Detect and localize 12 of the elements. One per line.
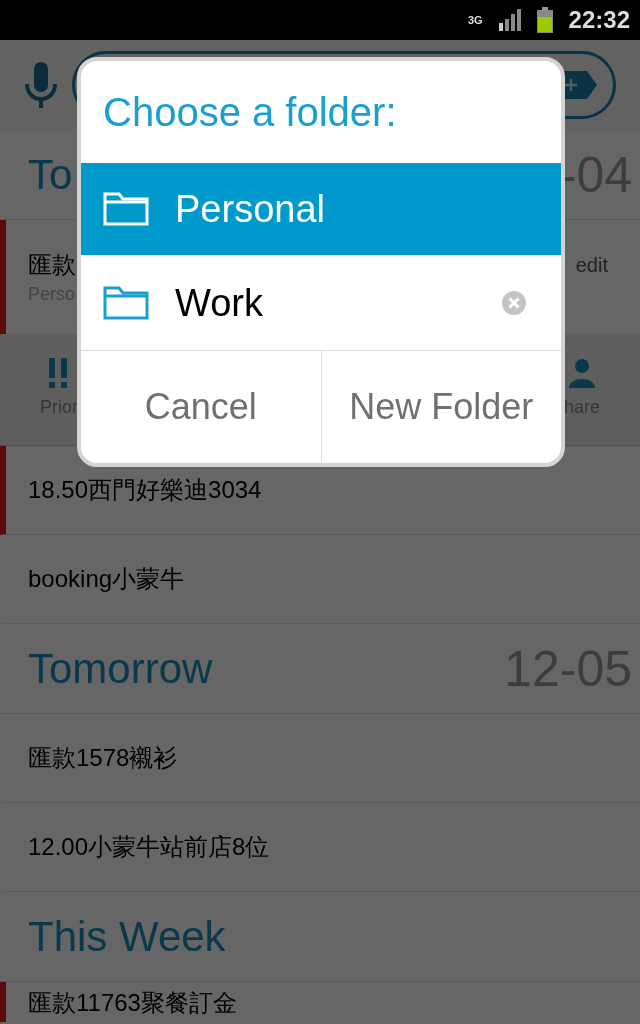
task-title: booking小蒙牛: [28, 564, 185, 594]
section-title: This Week: [28, 915, 226, 958]
task-title: 匯款11763聚餐訂金: [28, 988, 237, 1018]
network-label: 3G: [467, 14, 483, 26]
task-title: 匯款: [28, 250, 76, 280]
dialog-title: Choose a folder:: [103, 92, 397, 132]
task-title: 18.50西門好樂迪3034: [28, 475, 262, 505]
task-title: 12.00小蒙牛站前店8位: [28, 832, 270, 862]
clock: 22:32: [568, 5, 630, 35]
section-title: To: [28, 153, 73, 196]
task-title: 匯款1578襯衫: [28, 743, 178, 773]
section-title: Tomorrow: [28, 647, 213, 690]
